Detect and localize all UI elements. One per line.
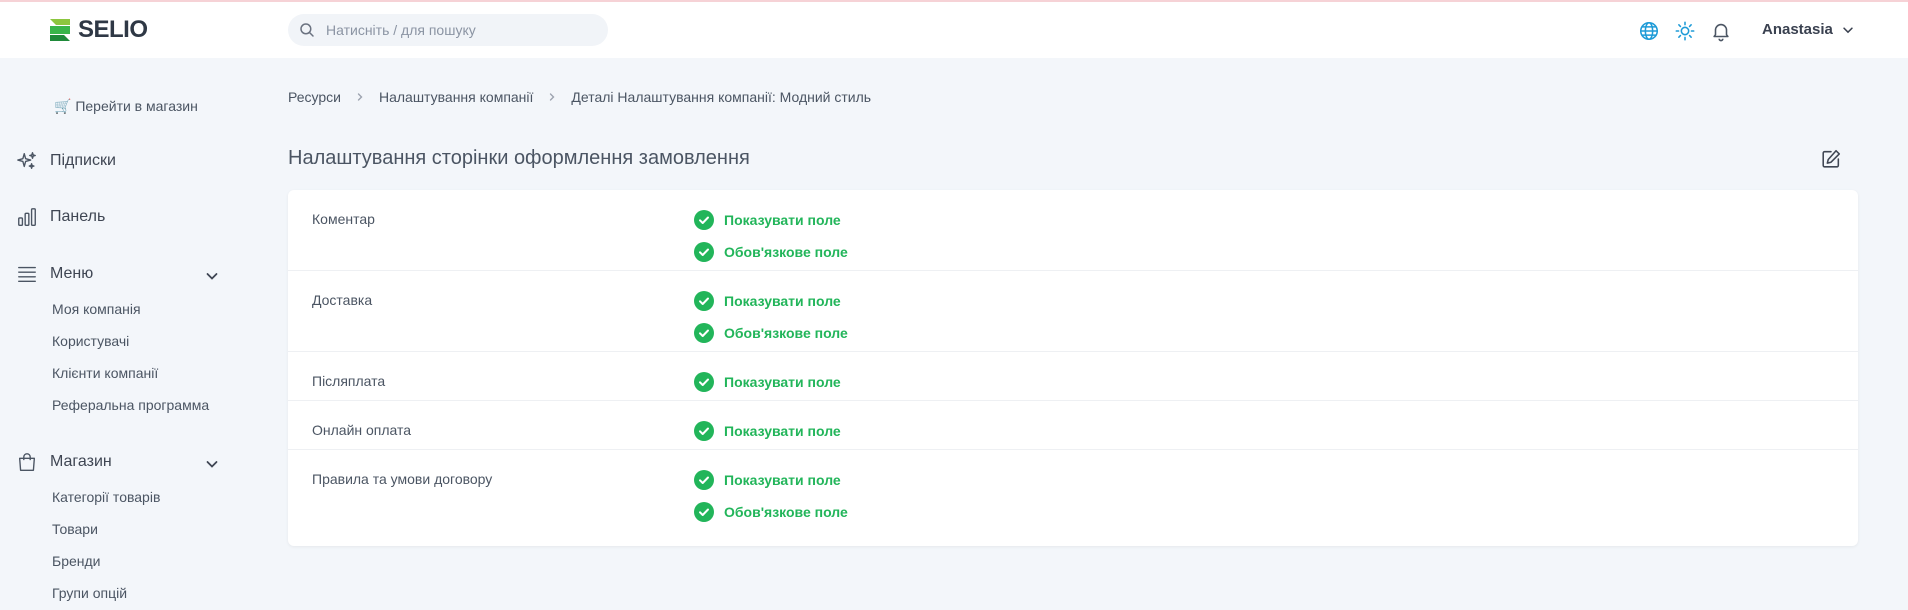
breadcrumb-item[interactable]: Налаштування компанії [379,89,533,105]
bell-icon[interactable] [1710,20,1732,42]
settings-row: Доставка Показувати поле Обов'язкове поле [288,271,1858,352]
shopping-bag-icon [18,453,36,471]
check-circle-icon [694,502,714,522]
edit-icon[interactable] [1820,148,1842,170]
sidebar-subitem-product-categories[interactable]: Категорії товарів [52,489,160,505]
sidebar-subitem-option-groups[interactable]: Групи опцій [52,585,127,601]
settings-row-label: Онлайн оплата [312,422,412,438]
check-circle-icon [694,323,714,343]
chevron-right-icon [357,93,363,101]
search-box[interactable] [288,14,608,46]
status-badge-label: Обов'язкове поле [724,325,848,341]
status-badge: Показувати поле [694,372,841,392]
search-input[interactable] [326,22,586,38]
status-badges: Показувати поле [694,372,841,392]
sidebar-item-menu[interactable]: Меню [16,263,93,285]
sidebar: 🛒 Перейти в магазин Підписки Панель Меню… [0,58,260,610]
check-circle-icon [694,291,714,311]
sidebar-subitem-company-clients[interactable]: Клієнти компанії [52,365,158,381]
check-circle-icon [694,421,714,441]
check-circle-icon [694,210,714,230]
status-badge: Обов'язкове поле [694,323,848,343]
status-badges: Показувати поле Обов'язкове поле [694,470,848,522]
page-title: Налаштування сторінки оформлення замовле… [288,147,750,169]
sidebar-item-label: Меню [50,265,94,282]
sidebar-item-label: Панель [50,208,106,225]
logo[interactable]: SELIO [48,16,148,44]
status-badge: Показувати поле [694,210,848,230]
breadcrumb-item[interactable]: Ресурси [288,89,341,105]
sidebar-subitem-users[interactable]: Користувачі [52,333,129,349]
sidebar-subitem-referral-program[interactable]: Реферальна программа [52,397,209,413]
sidebar-subitem-brands[interactable]: Бренди [52,553,100,569]
status-badge-label: Показувати поле [724,472,841,488]
status-badges: Показувати поле [694,421,841,441]
settings-row-label: Післяплата [312,373,386,389]
chevron-down-icon [1843,26,1853,33]
check-circle-icon [694,372,714,392]
breadcrumb-current: Деталі Налаштування компанії: Модний сти… [571,89,872,105]
status-badge-label: Показувати поле [724,423,841,439]
go-to-store-link[interactable]: 🛒 Перейти в магазин [54,98,198,115]
sparkles-icon [17,152,36,170]
status-badge: Обов'язкове поле [694,242,848,262]
breadcrumb: Ресурси Налаштування компанії Деталі Нал… [288,89,871,105]
settings-row: Коментар Показувати поле Обов'язкове поле [288,190,1858,271]
status-badge: Показувати поле [694,291,848,311]
user-name: Anastasia [1762,21,1833,38]
settings-row: Правила та умови договору Показувати поле… [288,450,1858,531]
sidebar-subitem-products[interactable]: Товари [52,521,98,537]
status-badge-label: Обов'язкове поле [724,244,848,260]
settings-card: Коментар Показувати поле Обов'язкове поле Д… [288,190,1858,546]
check-circle-icon [694,470,714,490]
sidebar-subitem-my-company[interactable]: Моя компанія [52,301,141,317]
bar-chart-icon [18,208,36,226]
chevron-right-icon [550,93,555,101]
globe-icon[interactable] [1638,20,1660,42]
sidebar-item-label: Підписки [50,152,116,169]
settings-row-label: Доставка [312,292,373,308]
go-to-store-label: 🛒 Перейти в магазин [54,98,198,114]
status-badge-label: Обов'язкове поле [724,504,848,520]
chevron-down-icon[interactable] [204,456,220,472]
sidebar-item-label: Магазин [50,453,112,470]
list-icon [18,266,36,283]
top-bar: SELIO Anastasia [0,2,1908,58]
check-circle-icon [694,242,714,262]
settings-row: Післяплата Показувати поле [288,352,1858,401]
settings-row-label: Правила та умови договору [312,471,493,487]
status-badges: Показувати поле Обов'язкове поле [694,291,848,343]
status-badge-label: Показувати поле [724,293,841,309]
status-badge-label: Показувати поле [724,374,841,390]
sun-icon[interactable] [1674,20,1696,42]
selio-logo-icon [50,19,70,41]
status-badge-label: Показувати поле [724,212,841,228]
search-icon [300,23,314,37]
settings-row-label: Коментар [312,211,375,227]
sidebar-item-subscriptions[interactable]: Підписки [16,150,116,172]
user-menu[interactable]: Anastasia [1762,21,1855,38]
sidebar-item-shop[interactable]: Магазин [16,451,112,473]
status-badges: Показувати поле Обов'язкове поле [694,210,848,262]
chevron-down-icon[interactable] [204,268,220,284]
status-badge: Показувати поле [694,421,841,441]
status-badge: Показувати поле [694,470,848,490]
logo-text: SELIO [78,16,148,43]
status-badge: Обов'язкове поле [694,502,848,522]
settings-row: Онлайн оплата Показувати поле [288,401,1858,450]
sidebar-item-panel[interactable]: Панель [16,206,105,228]
